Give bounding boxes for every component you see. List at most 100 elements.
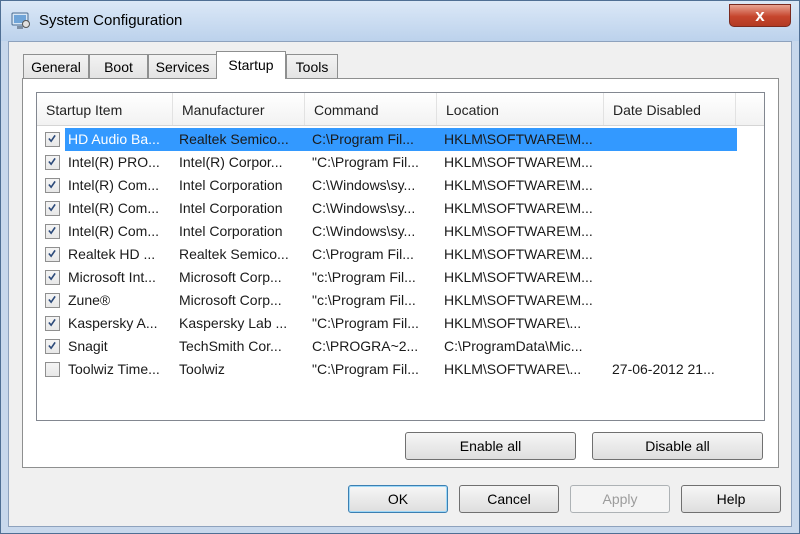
- startup-item-checkbox[interactable]: [45, 247, 60, 262]
- list-header: Startup Item Manufacturer Command Locati…: [37, 93, 764, 126]
- startup-item-cell: Realtek HD ...: [68, 246, 156, 262]
- column-header-manufacturer[interactable]: Manufacturer: [173, 93, 305, 125]
- table-row[interactable]: Intel(R) PRO... Intel(R) Corpor... "C:\Pro…: [37, 151, 764, 174]
- table-row[interactable]: Snagit TechSmith Cor... C:\PROGRA~2... C:\P…: [37, 335, 764, 358]
- startup-item-checkbox[interactable]: [45, 362, 60, 377]
- manufacturer-cell: Intel Corporation: [179, 200, 283, 216]
- manufacturer-cell: Kaspersky Lab ...: [179, 315, 288, 331]
- disable-all-button[interactable]: Disable all: [592, 432, 763, 460]
- location-cell: HKLM\SOFTWARE\...: [444, 361, 582, 377]
- table-row[interactable]: Kaspersky A... Kaspersky Lab ... "C:\Progr…: [37, 312, 764, 335]
- startup-item-cell: Kaspersky A...: [68, 315, 158, 331]
- startup-item-checkbox[interactable]: [45, 316, 60, 331]
- startup-item-cell: Intel(R) PRO...: [68, 154, 160, 170]
- date-disabled-cell: [612, 174, 737, 197]
- table-row[interactable]: Intel(R) Com... Intel Corporation C:\Windo…: [37, 220, 764, 243]
- table-row[interactable]: Zune® Microsoft Corp... "c:\Program Fil...…: [37, 289, 764, 312]
- checkmark-icon: [48, 203, 56, 212]
- window-title: System Configuration: [39, 12, 183, 29]
- date-disabled-cell: [612, 243, 737, 266]
- table-row[interactable]: HD Audio Ba... Realtek Semico... C:\Progra…: [37, 128, 764, 151]
- ok-button[interactable]: OK: [348, 485, 448, 513]
- checkmark-icon: [48, 249, 56, 258]
- cancel-button[interactable]: Cancel: [459, 485, 559, 513]
- table-row[interactable]: Realtek HD ... Realtek Semico... C:\Progra…: [37, 243, 764, 266]
- table-row[interactable]: Intel(R) Com... Intel Corporation C:\Windo…: [37, 197, 764, 220]
- manufacturer-cell: Toolwiz: [179, 361, 225, 377]
- tab-services[interactable]: Services: [148, 54, 217, 78]
- startup-item-cell: Intel(R) Com...: [68, 177, 160, 193]
- startup-items-list[interactable]: Startup Item Manufacturer Command Locati…: [36, 92, 765, 421]
- table-row[interactable]: Intel(R) Com... Intel Corporation C:\Windo…: [37, 174, 764, 197]
- startup-item-cell: Intel(R) Com...: [68, 223, 160, 239]
- command-cell: C:\Windows\sy...: [312, 200, 416, 216]
- manufacturer-cell: Realtek Semico...: [179, 246, 289, 262]
- startup-item-checkbox[interactable]: [45, 178, 60, 193]
- manufacturer-cell: Realtek Semico...: [179, 131, 289, 147]
- startup-item-checkbox[interactable]: [45, 270, 60, 285]
- manufacturer-cell: Microsoft Corp...: [179, 292, 282, 308]
- tab-startup[interactable]: Startup: [216, 51, 286, 79]
- date-disabled-cell: [612, 266, 737, 289]
- location-cell: HKLM\SOFTWARE\M...: [444, 246, 593, 262]
- checkmark-icon: [48, 318, 56, 327]
- date-disabled-cell: [612, 289, 737, 312]
- system-configuration-window: System Configuration x General Boot Serv…: [0, 0, 800, 534]
- tab-tools[interactable]: Tools: [286, 54, 338, 78]
- startup-item-checkbox[interactable]: [45, 155, 60, 170]
- date-disabled-cell: [612, 220, 737, 243]
- location-cell: HKLM\SOFTWARE\M...: [444, 131, 593, 147]
- tab-general[interactable]: General: [23, 54, 89, 78]
- column-header-location[interactable]: Location: [437, 93, 604, 125]
- checkmark-icon: [48, 157, 56, 166]
- startup-item-checkbox[interactable]: [45, 339, 60, 354]
- close-button[interactable]: x: [729, 4, 791, 27]
- date-disabled-cell: 27-06-2012 21...: [612, 361, 715, 377]
- location-cell: HKLM\SOFTWARE\M...: [444, 154, 593, 170]
- command-cell: "c:\Program Fil...: [312, 269, 416, 285]
- startup-item-checkbox[interactable]: [45, 224, 60, 239]
- manufacturer-cell: Intel Corporation: [179, 223, 283, 239]
- location-cell: HKLM\SOFTWARE\M...: [444, 292, 593, 308]
- manufacturer-cell: TechSmith Cor...: [179, 338, 282, 354]
- checkmark-icon: [48, 180, 56, 189]
- startup-item-cell: Toolwiz Time...: [68, 361, 160, 377]
- date-disabled-cell: [612, 128, 737, 151]
- manufacturer-cell: Intel(R) Corpor...: [179, 154, 283, 170]
- help-button[interactable]: Help: [681, 485, 781, 513]
- table-row[interactable]: Microsoft Int... Microsoft Corp... "c:\Pro…: [37, 266, 764, 289]
- column-header-command[interactable]: Command: [305, 93, 437, 125]
- command-cell: C:\Program Fil...: [312, 131, 414, 147]
- checkmark-icon: [48, 226, 56, 235]
- checkmark-icon: [48, 272, 56, 281]
- startup-item-checkbox[interactable]: [45, 201, 60, 216]
- enable-all-button[interactable]: Enable all: [405, 432, 576, 460]
- startup-item-cell: Snagit: [68, 338, 108, 354]
- command-cell: C:\PROGRA~2...: [312, 338, 419, 354]
- startup-item-checkbox[interactable]: [45, 132, 60, 147]
- date-disabled-cell: [612, 335, 737, 358]
- command-cell: C:\Windows\sy...: [312, 177, 416, 193]
- startup-item-cell: Microsoft Int...: [68, 269, 156, 285]
- startup-item-cell: Zune®: [68, 292, 111, 308]
- date-disabled-cell: [612, 197, 737, 220]
- tab-boot[interactable]: Boot: [89, 54, 148, 78]
- system-configuration-icon: [11, 12, 30, 29]
- command-cell: "C:\Program Fil...: [312, 361, 419, 377]
- column-header-startup-item[interactable]: Startup Item: [37, 93, 173, 125]
- startup-item-checkbox[interactable]: [45, 293, 60, 308]
- checkmark-icon: [48, 341, 56, 350]
- command-cell: C:\Program Fil...: [312, 246, 414, 262]
- date-disabled-cell: [612, 151, 737, 174]
- close-icon: x: [755, 6, 765, 25]
- apply-button[interactable]: Apply: [570, 485, 670, 513]
- location-cell: HKLM\SOFTWARE\M...: [444, 269, 593, 285]
- command-cell: "C:\Program Fil...: [312, 154, 419, 170]
- title-bar[interactable]: System Configuration x: [1, 1, 799, 41]
- manufacturer-cell: Intel Corporation: [179, 177, 283, 193]
- startup-item-cell: HD Audio Ba...: [68, 131, 160, 147]
- table-row[interactable]: Toolwiz Time... Toolwiz "C:\Program Fil...…: [37, 358, 764, 381]
- checkmark-icon: [48, 134, 56, 143]
- location-cell: HKLM\SOFTWARE\M...: [444, 223, 593, 239]
- column-header-date-disabled[interactable]: Date Disabled: [604, 93, 736, 125]
